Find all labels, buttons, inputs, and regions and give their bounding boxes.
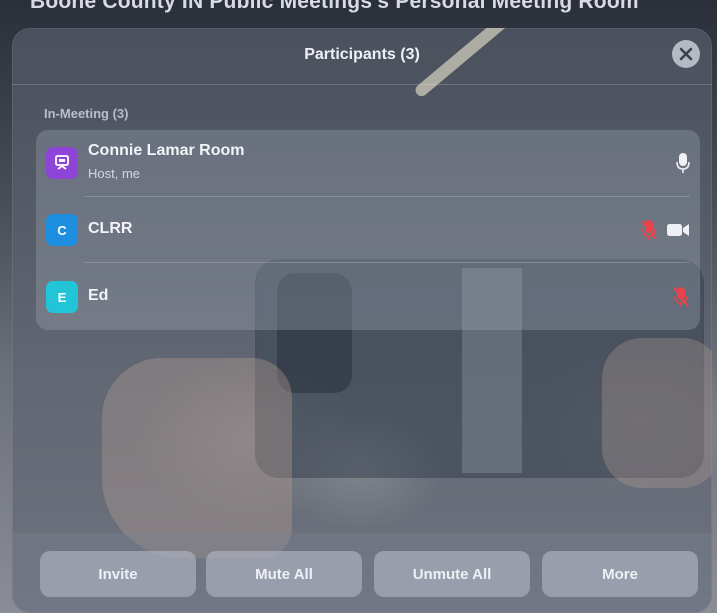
participant-name: Connie Lamar Room [88,142,245,159]
background-window-title: Boone County IN Public Meetings's Person… [30,0,639,13]
mute-all-button[interactable]: Mute All [206,551,362,597]
participant-name: CLRR [88,220,133,237]
panel-footer: Invite Mute All Unmute All More [12,533,712,613]
participants-panel: Participants (3) In-Meeting (3) Connie L… [12,28,712,613]
unmute-all-button[interactable]: Unmute All [374,551,530,597]
participant-name: Ed [88,287,109,304]
avatar: C [46,214,78,246]
panel-title: Participants (3) [304,46,420,63]
microphone-muted-icon [641,220,657,240]
panel-header: Participants (3) [12,28,712,85]
in-meeting-section-label: In-Meeting (3) [44,106,129,121]
avatar: E [46,281,78,313]
reflection-hand-left [102,358,292,558]
participant-status [640,219,690,241]
participant-role: Host, me [88,166,141,181]
microphone-icon [676,153,690,173]
close-icon [679,47,693,61]
avatar-letter: E [57,289,67,305]
participant-row-clrr[interactable]: C CLRR [36,197,700,263]
participant-status [676,152,690,174]
participant-list: Connie Lamar Room Host, me C CLRR E Ed [36,130,700,330]
close-button[interactable] [672,40,700,68]
participant-row-connie-lamar-room[interactable]: Connie Lamar Room Host, me [36,130,700,197]
more-button[interactable]: More [542,551,698,597]
avatar-letter: C [57,222,67,238]
avatar [46,147,78,179]
room-icon [55,155,69,170]
invite-button[interactable]: Invite [40,551,196,597]
reflection-hand-right [602,338,712,488]
video-camera-icon [667,224,689,236]
participant-status [672,286,690,308]
microphone-muted-icon [673,287,689,307]
participant-row-ed[interactable]: E Ed [36,263,700,330]
